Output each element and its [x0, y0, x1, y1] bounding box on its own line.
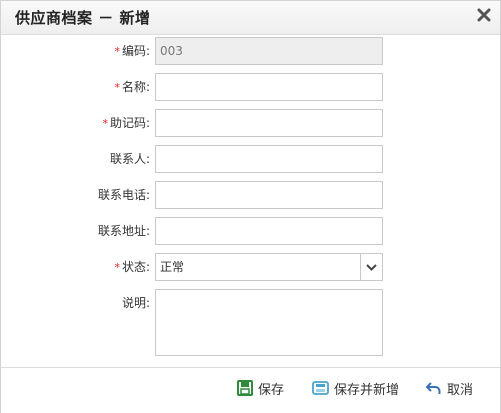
mnemonic-label: * 助记码:	[102, 116, 150, 130]
save-new-icon	[312, 381, 329, 395]
dialog-titlebar: 供应商档案 － 新增	[1, 1, 500, 35]
contact-field[interactable]	[155, 145, 383, 173]
address-label: 联系地址:	[97, 224, 150, 238]
dialog-title: 供应商档案 － 新增	[15, 9, 151, 27]
save-and-new-button[interactable]: 保存并新增	[312, 378, 399, 398]
save-label: 保存	[258, 382, 285, 398]
required-mark: *	[114, 81, 120, 94]
dialog-footer: 保存 保存并新增 取消	[1, 367, 500, 413]
save-and-new-label: 保存并新增	[334, 382, 400, 398]
required-mark: *	[102, 117, 108, 130]
name-field[interactable]	[155, 73, 383, 101]
description-field[interactable]	[155, 289, 383, 356]
close-button[interactable]	[476, 7, 492, 23]
description-label: 说明:	[121, 296, 150, 310]
required-mark: *	[114, 45, 120, 58]
status-value: 正常	[160, 260, 185, 274]
chevron-down-icon	[366, 264, 377, 271]
phone-field[interactable]	[155, 181, 383, 209]
code-field	[155, 37, 383, 65]
status-dropdown-button[interactable]	[360, 254, 382, 280]
code-label: * 编码:	[114, 44, 150, 58]
contact-label: 联系人:	[109, 152, 150, 166]
mnemonic-field[interactable]	[155, 109, 383, 137]
save-icon	[237, 380, 253, 396]
supplier-dialog: 供应商档案 － 新增 *编码: *名称: *助记码: 联系人: 联系电话:	[0, 0, 501, 413]
name-label: * 名称:	[114, 80, 150, 94]
undo-icon	[426, 382, 441, 394]
phone-label: 联系电话:	[97, 188, 150, 202]
status-select[interactable]: 正常	[155, 253, 383, 281]
status-label: * 状态:	[114, 260, 150, 274]
close-icon	[477, 8, 491, 22]
cancel-button[interactable]: 取消	[425, 378, 473, 398]
cancel-label: 取消	[447, 382, 474, 398]
address-field[interactable]	[155, 217, 383, 245]
required-mark: *	[114, 261, 120, 274]
save-button[interactable]: 保存	[237, 378, 284, 398]
